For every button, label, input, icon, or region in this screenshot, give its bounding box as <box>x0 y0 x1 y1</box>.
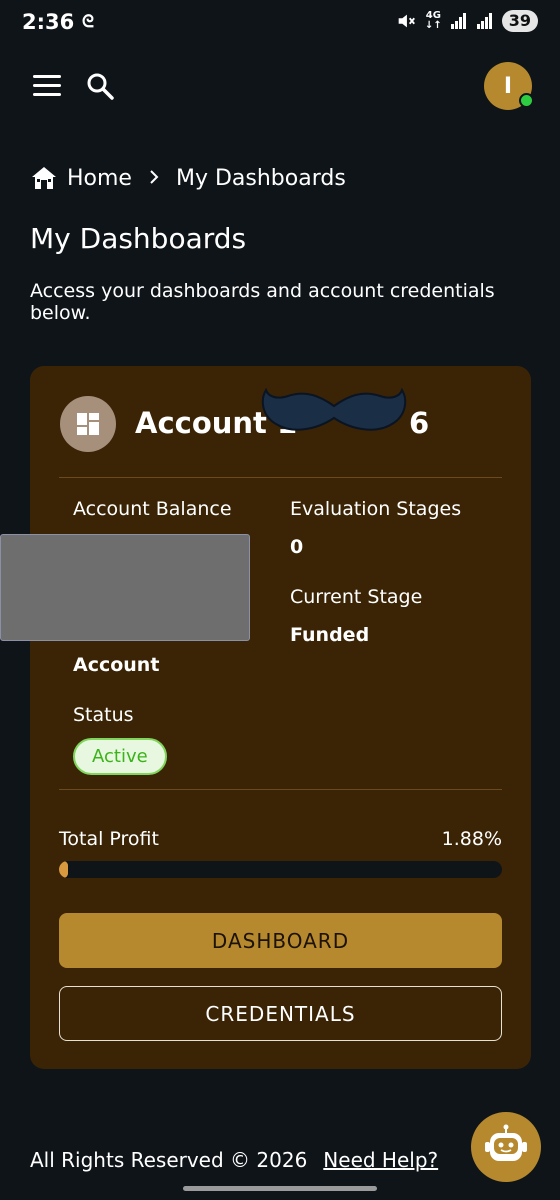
mute-icon <box>398 14 415 28</box>
hamburger-menu-icon[interactable] <box>33 75 61 97</box>
current-stage-label: Current Stage <box>290 586 423 608</box>
card-divider-top <box>59 477 502 478</box>
copyright-text: All Rights Reserved © 2026 <box>30 1148 308 1172</box>
total-profit-label: Total Profit <box>59 828 159 850</box>
card-divider-bottom <box>59 789 502 790</box>
chevron-right-icon <box>150 169 159 184</box>
status-label: Status <box>73 704 134 726</box>
status-bar: 2:36 ᘓ 4G ↓↑ 39 <box>0 0 560 48</box>
redaction-overlay <box>0 534 250 641</box>
home-icon[interactable] <box>30 165 58 191</box>
signal-icon-secondary <box>476 13 492 29</box>
account-type-value: Account <box>73 654 160 676</box>
account-balance-label: Account Balance <box>73 498 232 520</box>
page-title: My Dashboards <box>30 222 247 255</box>
evaluation-stages-value: 0 <box>290 536 304 558</box>
search-icon[interactable] <box>85 71 115 101</box>
battery-indicator: 39 <box>501 10 538 32</box>
account-card: Account 1XXXXX6 Account Balance Evaluati… <box>0 366 531 1069</box>
footer: All Rights Reserved © 2026 Need Help? <box>30 1148 438 1172</box>
credentials-button[interactable]: CREDENTIALS <box>59 986 502 1041</box>
mustache-sticker-icon <box>261 388 407 431</box>
status-indicators: 4G ↓↑ 39 <box>395 10 538 32</box>
network-type: 4G ↓↑ <box>424 10 442 31</box>
status-badge: Active <box>73 738 167 775</box>
breadcrumb-home-link[interactable]: Home <box>67 166 132 191</box>
online-status-dot <box>519 93 534 108</box>
app-notification-icon: ᘓ <box>82 12 94 32</box>
status-time: 2:36 <box>22 10 75 34</box>
app-screen: 2:36 ᘓ 4G ↓↑ 39 I Home My Dashboards My … <box>0 0 560 1200</box>
profit-progress-fill <box>59 861 68 878</box>
breadcrumb: Home My Dashboards <box>30 160 346 196</box>
evaluation-stages-label: Evaluation Stages <box>290 498 462 520</box>
signal-icon <box>450 13 466 29</box>
home-indicator <box>183 1186 377 1191</box>
robot-icon <box>485 1124 527 1161</box>
need-help-link[interactable]: Need Help? <box>323 1148 438 1172</box>
total-profit-value: 1.88% <box>441 828 502 850</box>
user-avatar[interactable]: I <box>484 62 534 110</box>
page-description: Access your dashboards and account crede… <box>30 280 495 324</box>
profit-progress-bar <box>59 861 502 878</box>
dashboard-button[interactable]: DASHBOARD <box>59 913 502 968</box>
current-stage-value: Funded <box>290 624 370 646</box>
avatar-initial: I <box>503 73 513 99</box>
breadcrumb-separator <box>148 166 160 191</box>
breadcrumb-current: My Dashboards <box>175 165 346 191</box>
dashboard-grid-icon <box>60 396 116 452</box>
chatbot-button[interactable] <box>471 1112 541 1182</box>
